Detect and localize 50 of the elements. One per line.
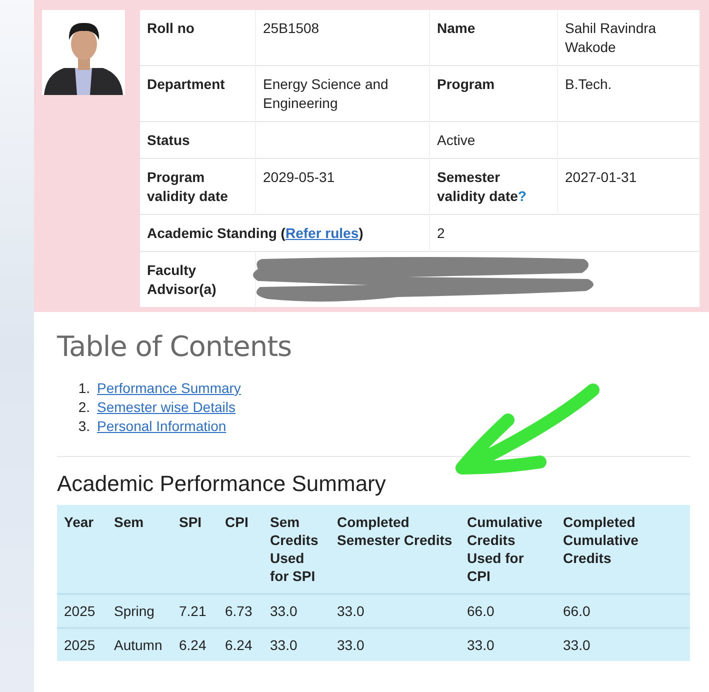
column-header: SPI [172,505,218,594]
field-value: B.Tech. [565,76,612,92]
table-cell: Spring [107,594,172,628]
table-cell: 6.24 [218,628,263,661]
field-label: Faculty Advisor(a) [147,262,216,297]
field-value: Energy Science and Engineering [263,76,388,111]
table-cell: 33.0 [263,628,330,661]
field-value: Sahil Ravindra Wakode [565,20,656,55]
table-cell: 33.0 [460,628,556,661]
table-cell: 66.0 [556,594,690,628]
field-label: Status [147,132,190,148]
column-header: Year [57,505,107,594]
list-number: 2. [77,398,90,417]
table-cell: 33.0 [263,594,330,628]
refer-rules-link[interactable]: Refer rules [285,225,359,241]
table-cell: 6.73 [218,594,263,628]
column-header: Cumulative Credits Used for CPI [460,505,556,594]
table-cell: 33.0 [330,628,460,661]
section-heading: Academic Performance Summary [57,471,387,497]
column-header: Completed Cumulative Credits [556,505,690,594]
field-label: Program [437,76,495,92]
table-cell: 7.21 [172,594,218,628]
list-number: 3. [77,417,90,436]
column-header: Sem Credits Used for SPI [263,505,330,594]
field-label: Academic Standing (Refer rules) [147,225,364,241]
list-number: 1. [77,379,90,398]
toc-link[interactable]: Personal Information [97,417,226,436]
field-value: Active [437,132,476,148]
field-label: Department [147,76,225,92]
field-value: 2 [437,225,445,241]
table-cell: 2025 [57,628,107,661]
toc-link[interactable]: Performance Summary [97,379,241,398]
field-value: 25B1508 [263,20,320,36]
toc-link[interactable]: Semester wise Details [97,398,236,417]
table-cell: 66.0 [460,594,556,628]
field-label: Semester validity date? [437,169,526,204]
field-label: Name [437,20,476,36]
table-cell: 33.0 [330,594,460,628]
field-label: Program validity date [147,169,228,204]
column-header: Sem [107,505,172,594]
toc-heading: Table of Contents [57,330,293,363]
column-header: Completed Semester Credits [330,505,460,594]
field-label: Roll no [147,20,194,36]
table-cell: 33.0 [556,628,690,661]
table-cell: 2025 [57,594,107,628]
field-value: 2029-05-31 [263,169,335,185]
field-value: 2027-01-31 [565,169,637,185]
table-cell: 6.24 [172,628,218,661]
table-cell: Autumn [107,628,172,661]
column-header: CPI [218,505,263,594]
